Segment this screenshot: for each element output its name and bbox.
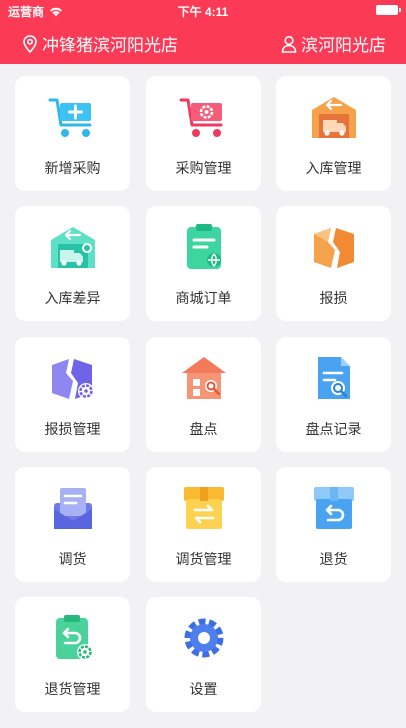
- menu-label: 入库管理: [305, 160, 362, 176]
- menu-label: 报损管理: [44, 421, 101, 437]
- menu-inbound-difference[interactable]: 入库差异: [15, 206, 130, 321]
- add-cart-icon: [48, 98, 92, 137]
- menu-returns-management[interactable]: 退货管理: [15, 597, 130, 712]
- menu-label: 设置: [189, 681, 218, 697]
- menu-inbound-management[interactable]: 入库管理: [276, 76, 391, 191]
- order-clipboard-icon: [187, 224, 221, 269]
- menu-add-purchase[interactable]: 新增采购: [15, 76, 130, 191]
- store-selector[interactable]: 冲锋猪滨河阳光店: [22, 31, 178, 56]
- warehouse-difference-icon: [51, 227, 95, 268]
- menu-damage-report[interactable]: 报损: [276, 206, 391, 321]
- user-store-name: 滨河阳光店: [301, 36, 386, 55]
- clock: 下午 4:11: [177, 5, 229, 19]
- menu-stocktake-records[interactable]: 盘点记录: [276, 337, 391, 452]
- menu-transfer[interactable]: 调货: [15, 467, 130, 582]
- mail-tray-icon: [54, 488, 92, 529]
- store-search-icon: [182, 357, 226, 399]
- store-name: 冲锋猪滨河阳光店: [42, 36, 178, 55]
- box-return-icon: [314, 487, 354, 529]
- menu-mall-orders[interactable]: 商城订单: [146, 206, 261, 321]
- menu-label: 入库差异: [44, 290, 101, 306]
- document-search-icon: [318, 357, 350, 399]
- location-pin-icon: [23, 34, 37, 53]
- menu-label: 退货管理: [44, 681, 101, 697]
- menu-damage-management[interactable]: 报损管理: [15, 337, 130, 452]
- menu-label: 调货: [58, 551, 87, 567]
- menu-transfer-management[interactable]: 调货管理: [146, 467, 261, 582]
- cart-settings-icon: [179, 98, 223, 137]
- user-store-button[interactable]: 滨河阳光店: [281, 31, 386, 56]
- menu-label: 报损: [319, 290, 348, 306]
- menu-label: 新增采购: [44, 160, 101, 176]
- gear-icon: [184, 618, 224, 658]
- broken-box-icon: [314, 228, 354, 268]
- menu-label: 退货: [319, 551, 348, 567]
- menu-label: 盘点记录: [305, 421, 362, 437]
- menu-returns[interactable]: 退货: [276, 467, 391, 582]
- menu-stocktake[interactable]: 盘点: [146, 337, 261, 452]
- menu-label: 盘点: [189, 421, 218, 437]
- battery-icon: [376, 5, 401, 15]
- broken-box-settings-icon: [52, 359, 94, 399]
- warehouse-truck-icon: [312, 97, 356, 138]
- menu-settings[interactable]: 设置: [146, 597, 261, 712]
- clipboard-return-settings-icon: [56, 615, 93, 660]
- menu-label: 调货管理: [175, 551, 232, 567]
- menu-label: 采购管理: [175, 160, 232, 176]
- user-icon: [281, 35, 297, 53]
- box-transfer-icon: [184, 487, 224, 529]
- status-bar: 运营商 下午 4:11: [0, 0, 406, 20]
- menu-purchase-management[interactable]: 采购管理: [146, 76, 261, 191]
- header-bar: 运营商 下午 4:11 冲锋猪滨河阳光店 滨河阳光店: [0, 0, 406, 64]
- menu-label: 商城订单: [175, 290, 232, 306]
